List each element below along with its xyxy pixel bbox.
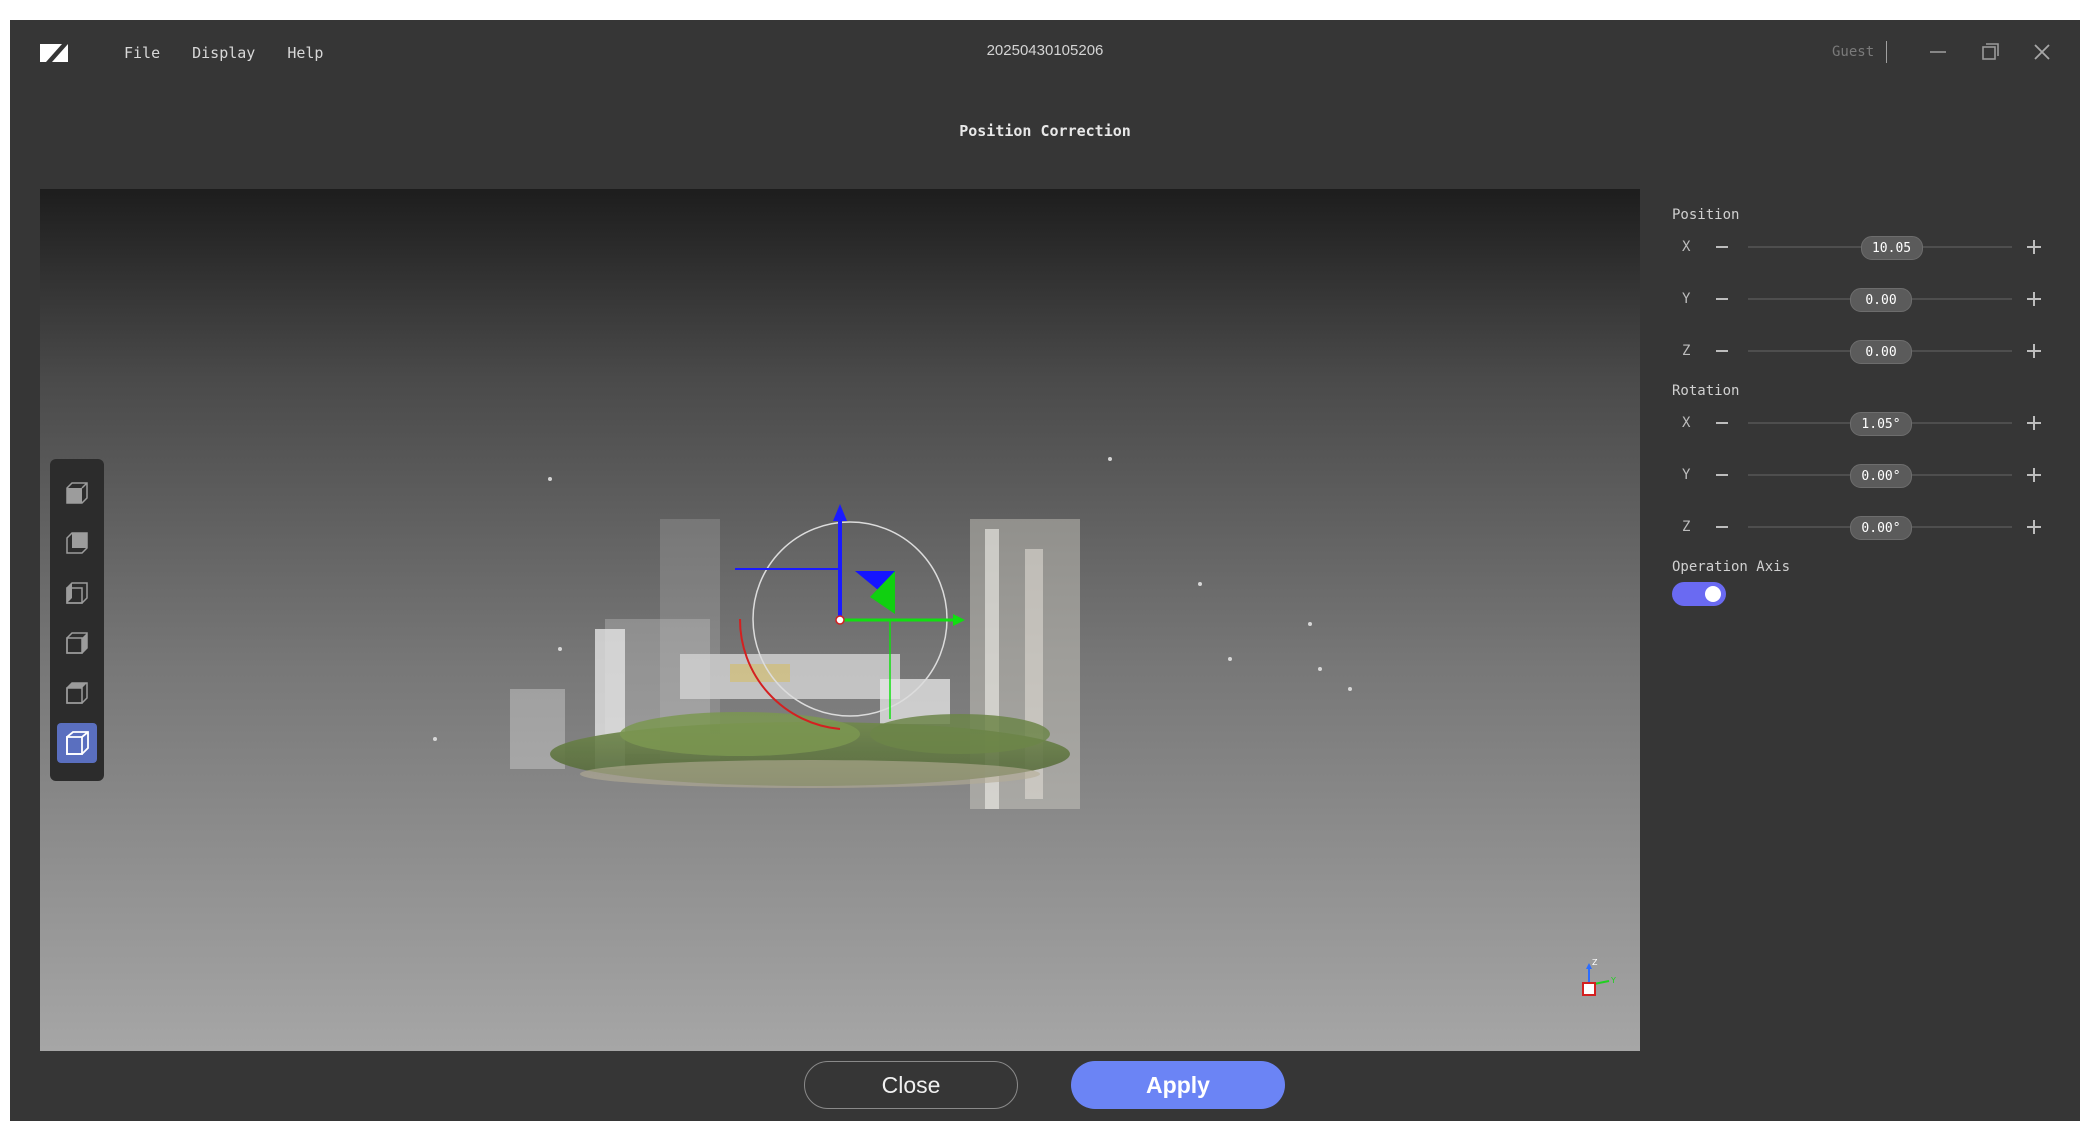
position-x-slider[interactable]: X 10.05 (1672, 233, 2052, 263)
view-button-perspective[interactable] (57, 723, 97, 763)
view-button-back[interactable] (57, 523, 97, 563)
rotation-y-decrement[interactable] (1710, 463, 1734, 487)
view-button-right[interactable] (57, 623, 97, 663)
view-right-icon (66, 632, 88, 654)
view-perspective-icon (66, 731, 89, 755)
axis-y-label: Y (1610, 976, 1616, 985)
operation-axis-label: Operation Axis (1672, 559, 1791, 575)
axis-label: X (1682, 239, 1691, 255)
position-y-slider[interactable]: Y 0.00 (1672, 285, 2052, 315)
view-front-icon (66, 482, 88, 504)
apply-button[interactable]: Apply (1071, 1061, 1285, 1109)
maximize-icon[interactable] (1976, 38, 2004, 66)
position-y-decrement[interactable] (1710, 287, 1734, 311)
view-toolbar (50, 459, 104, 781)
user-name[interactable]: Guest (1832, 44, 1874, 60)
view-left-icon (66, 582, 88, 604)
position-label: Position (1672, 207, 1740, 223)
axis-z-label: Z (1592, 958, 1598, 967)
rotation-x-increment[interactable] (2022, 411, 2046, 435)
view-top-icon (66, 682, 88, 704)
close-button[interactable]: Close (804, 1061, 1018, 1109)
axis-label: Y (1682, 291, 1691, 307)
slider-thumb[interactable]: 0.00 (1850, 340, 1912, 364)
axis-indicator: Z Y (1582, 958, 1616, 996)
axis-label: X (1682, 415, 1691, 431)
rotation-x-slider[interactable]: X 1.05° (1672, 409, 2052, 439)
rotation-x-decrement[interactable] (1710, 411, 1734, 435)
title-bar: File Display Help 20250430105206 Guest (10, 20, 2080, 86)
toggle-knob (1705, 586, 1721, 602)
operation-axis-toggle[interactable] (1672, 582, 1726, 606)
slider-thumb[interactable]: 10.05 (1860, 236, 1923, 260)
slider-thumb[interactable]: 1.05° (1850, 412, 1912, 436)
view-back-icon (66, 532, 88, 554)
slider-thumb[interactable]: 0.00° (1850, 464, 1912, 488)
axis-label: Y (1682, 467, 1691, 483)
rotation-y-slider[interactable]: Y 0.00° (1672, 461, 2052, 491)
app-window: File Display Help 20250430105206 Guest P… (10, 20, 2080, 1121)
rotation-z-slider[interactable]: Z 0.00° (1672, 513, 2052, 543)
position-z-increment[interactable] (2022, 339, 2046, 363)
close-window-icon[interactable] (2028, 38, 2056, 66)
position-x-increment[interactable] (2022, 235, 2046, 259)
position-z-decrement[interactable] (1710, 339, 1734, 363)
minimize-icon[interactable] (1924, 38, 1952, 66)
rotation-z-decrement[interactable] (1710, 515, 1734, 539)
rotation-label: Rotation (1672, 383, 1740, 399)
view-button-front[interactable] (57, 473, 97, 513)
axis-label: Z (1682, 343, 1691, 359)
title-divider (1886, 41, 1887, 63)
view-button-top[interactable] (57, 673, 97, 713)
dialog-title: Position Correction (959, 122, 1131, 140)
position-y-increment[interactable] (2022, 287, 2046, 311)
rotation-y-increment[interactable] (2022, 463, 2046, 487)
axis-label: Z (1682, 519, 1691, 535)
slider-thumb[interactable]: 0.00 (1850, 288, 1912, 312)
3d-viewport[interactable]: Z Y (40, 189, 1640, 1051)
position-x-decrement[interactable] (1710, 235, 1734, 259)
position-z-slider[interactable]: Z 0.00 (1672, 337, 2052, 367)
slider-thumb[interactable]: 0.00° (1850, 516, 1912, 540)
view-button-left[interactable] (57, 573, 97, 613)
document-title: 20250430105206 (986, 42, 1104, 59)
point-cloud-scene[interactable] (40, 189, 1640, 1051)
rotation-z-increment[interactable] (2022, 515, 2046, 539)
point-cloud (433, 457, 1352, 809)
